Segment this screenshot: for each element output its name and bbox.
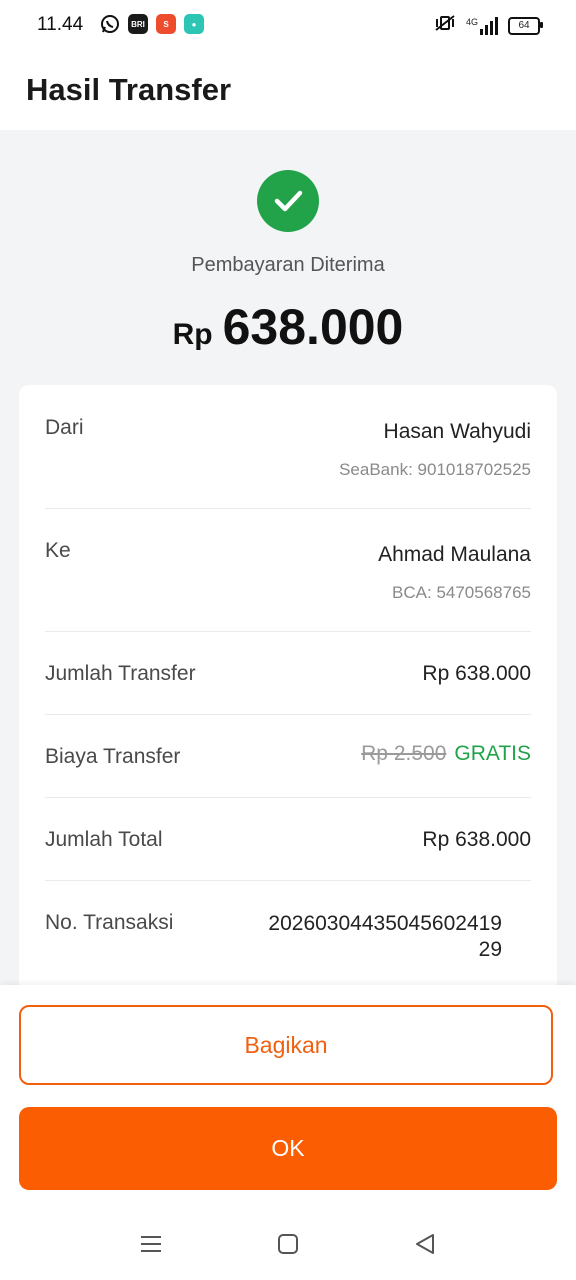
transfer-result-summary: Pembayaran Diterima Rp 638.000: [0, 130, 576, 385]
ok-button[interactable]: OK: [19, 1107, 557, 1190]
fee-label: Biaya Transfer: [45, 745, 181, 768]
whatsapp-icon: [100, 14, 120, 39]
from-account: SeaBank: 901018702525: [339, 460, 531, 479]
fee-original: Rp 2.500: [361, 742, 447, 765]
app-bar: Hasil Transfer: [0, 52, 576, 130]
menu-icon[interactable]: [140, 1233, 162, 1260]
bri-mo-icon: BRI: [128, 14, 148, 34]
status-bar: 11.44 BRI S ● 4G 64: [0, 0, 576, 52]
to-name: Ahmad Maulana: [378, 543, 531, 566]
detail-row-fee: Biaya Transfer Rp 2.500 GRATIS: [45, 714, 531, 798]
bottom-action-bar: Bagikan OK: [0, 985, 576, 1280]
transaction-number-line2: 29: [478, 938, 502, 961]
currency-label: Rp: [172, 318, 213, 351]
system-icons: 4G 64: [434, 14, 543, 37]
success-check-icon: [257, 170, 319, 232]
detail-row-transfer-amount: Jumlah Transfer Rp 638.000: [45, 631, 531, 715]
detail-row-from: Dari Hasan Wahyudi SeaBank: 901018702525: [45, 385, 531, 509]
payment-status: Pembayaran Diterima: [191, 254, 385, 276]
network-type: 4G: [465, 16, 478, 27]
system-nav-bar: [0, 1215, 576, 1275]
detail-row-to: Ke Ahmad Maulana BCA: 5470568765: [45, 508, 531, 632]
chat-bubble-icon: ●: [184, 14, 204, 34]
back-icon[interactable]: [414, 1233, 436, 1260]
page-title: Hasil Transfer: [26, 72, 232, 107]
detail-row-total: Jumlah Total Rp 638.000: [45, 797, 531, 881]
transaction-number: 20260304435045602419 29: [268, 911, 502, 963]
transfer-details-card: Dari Hasan Wahyudi SeaBank: 901018702525…: [19, 385, 557, 1005]
amount-display: Rp 638.000: [0, 298, 576, 356]
transaction-number-line1: 20260304435045602419: [268, 912, 502, 935]
share-button[interactable]: Bagikan: [19, 1005, 553, 1085]
from-label: Dari: [45, 416, 84, 439]
vibrate-icon: [434, 14, 456, 37]
signal-icon: 4G: [465, 16, 498, 35]
total-label: Jumlah Total: [45, 828, 163, 851]
from-name: Hasan Wahyudi: [383, 420, 531, 443]
to-label: Ke: [45, 539, 71, 562]
battery-icon: 64: [508, 16, 543, 35]
transfer-amount-value: Rp 638.000: [422, 662, 531, 685]
total-value: Rp 638.000: [422, 828, 531, 851]
notification-icons: BRI S ●: [100, 14, 204, 39]
transfer-amount-label: Jumlah Transfer: [45, 662, 196, 685]
amount-value: 638.000: [222, 299, 404, 355]
status-time: 11.44: [37, 14, 84, 35]
transaction-label: No. Transaksi: [45, 911, 174, 934]
fee-value-group: Rp 2.500 GRATIS: [361, 742, 531, 766]
to-account: BCA: 5470568765: [392, 583, 531, 602]
shopee-icon: S: [156, 14, 176, 34]
fee-free-badge: GRATIS: [454, 742, 531, 765]
home-icon[interactable]: [277, 1233, 299, 1260]
